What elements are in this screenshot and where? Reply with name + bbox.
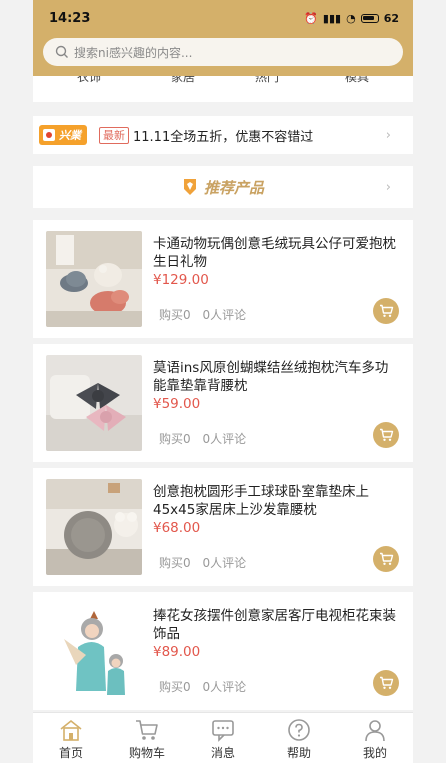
status-icons: ⏰ ▮▮▮ ◔ 62 (304, 12, 399, 25)
product-sales: 购买0 (159, 556, 191, 570)
tab-label: 消息 (210, 746, 235, 760)
product-title[interactable]: 创意抱枕圆形手工球球卧室靠垫床上45x45家居床上沙发靠腰枕 (153, 483, 401, 519)
recommend-header[interactable]: 推荐产品 › (33, 166, 413, 208)
product-price: ¥59.00 (153, 396, 201, 412)
product-sales: 购买0 (159, 308, 191, 322)
product-price: ¥89.00 (153, 644, 201, 660)
search-placeholder: 搜索ni感兴趣的内容... (74, 45, 193, 60)
tab-messages[interactable]: 消息 (185, 713, 261, 763)
tab-home[interactable]: 首页 (33, 713, 109, 763)
bottom-tab-bar: 首页 购物车 消息 帮助 我的 (33, 712, 413, 763)
medal-icon (183, 179, 196, 195)
status-bar: 14:23 ⏰ ▮▮▮ ◔ 62 (33, 0, 413, 36)
promo-logo: 兴業 (39, 125, 87, 145)
product-reviews: 0人评论 (202, 432, 247, 446)
product-meta: 购买0 0人评论 (159, 306, 246, 323)
product-sales: 购买0 (159, 432, 191, 446)
product-reviews: 0人评论 (202, 308, 247, 322)
user-icon (365, 720, 385, 742)
chevron-right-icon: › (385, 179, 391, 195)
add-to-cart-button[interactable] (373, 298, 399, 324)
category-item[interactable]: 热门 (255, 76, 279, 85)
promo-banner[interactable]: 兴業 最新 11.11全场五折，优惠不容错过 › (33, 116, 413, 154)
product-image[interactable] (46, 479, 142, 575)
tab-cart[interactable]: 购物车 (109, 713, 185, 763)
promo-text: 11.11全场五折，优惠不容错过 (133, 129, 314, 145)
tab-label: 帮助 (286, 746, 311, 760)
search-input[interactable]: 搜索ni感兴趣的内容... (43, 38, 403, 66)
product-title[interactable]: 捧花女孩摆件创意家居客厅电视柜花束装饰品 (153, 607, 401, 643)
product-image[interactable] (46, 231, 142, 327)
cart-icon (379, 552, 393, 565)
tab-help[interactable]: 帮助 (261, 713, 337, 763)
category-item[interactable]: 衣饰 (77, 76, 101, 85)
tab-label: 我的 (362, 746, 387, 760)
home-icon (60, 719, 82, 741)
product-image[interactable] (46, 603, 142, 699)
product-item[interactable]: 创意抱枕圆形手工球球卧室靠垫床上45x45家居床上沙发靠腰枕 ¥68.00 购买… (33, 468, 413, 586)
product-item[interactable]: 卡通动物玩偶创意毛绒玩具公仔可爱抱枕生日礼物 ¥129.00 购买0 0人评论 (33, 220, 413, 338)
add-to-cart-button[interactable] (373, 546, 399, 572)
product-image[interactable] (46, 355, 142, 451)
megaphone-icon (43, 129, 55, 141)
signal-icon: ▮▮▮ (322, 11, 342, 25)
add-to-cart-button[interactable] (373, 670, 399, 696)
product-price: ¥68.00 (153, 520, 201, 536)
product-reviews: 0人评论 (202, 556, 247, 570)
promo-logo-text: 兴業 (59, 129, 81, 142)
product-meta: 购买0 0人评论 (159, 554, 246, 571)
tab-label: 首页 (58, 746, 83, 760)
status-time: 14:23 (49, 10, 91, 26)
cart-icon (379, 304, 393, 317)
battery-level: 62 (383, 11, 399, 25)
recommend-title: 推荐产品 (203, 178, 264, 197)
category-strip: 衣饰 家居 热门 模具 (33, 76, 413, 102)
cart-icon (136, 720, 158, 740)
main-content: 衣饰 家居 热门 模具 兴業 最新 11.11全场五折，优惠不容错过 › 推荐产… (33, 76, 413, 712)
product-sales: 购买0 (159, 680, 191, 694)
tab-label: 购物车 (128, 746, 165, 760)
product-item[interactable]: 莫语ins风原创蝴蝶结丝绒抱枕汽车多功能靠垫靠背腰枕 ¥59.00 购买0 0人… (33, 344, 413, 462)
promo-badge: 最新 (99, 126, 129, 144)
cart-icon (379, 428, 393, 441)
top-header: 14:23 ⏰ ▮▮▮ ◔ 62 搜索ni感兴趣的内容... (33, 0, 413, 76)
add-to-cart-button[interactable] (373, 422, 399, 448)
product-meta: 购买0 0人评论 (159, 430, 246, 447)
battery-icon (360, 13, 379, 23)
message-icon (212, 720, 234, 742)
wifi-icon: ◔ (346, 11, 356, 25)
product-title[interactable]: 卡通动物玩偶创意毛绒玩具公仔可爱抱枕生日礼物 (153, 235, 401, 271)
alarm-icon: ⏰ (304, 11, 318, 25)
product-reviews: 0人评论 (202, 680, 247, 694)
product-price: ¥129.00 (153, 272, 209, 288)
category-item[interactable]: 模具 (345, 76, 369, 85)
product-title[interactable]: 莫语ins风原创蝴蝶结丝绒抱枕汽车多功能靠垫靠背腰枕 (153, 359, 401, 395)
search-icon (55, 45, 68, 58)
cart-icon (379, 676, 393, 689)
help-icon (288, 719, 310, 741)
tab-profile[interactable]: 我的 (337, 713, 413, 763)
chevron-right-icon: › (385, 127, 391, 143)
product-item[interactable]: 捧花女孩摆件创意家居客厅电视柜花束装饰品 ¥89.00 购买0 0人评论 (33, 592, 413, 710)
product-meta: 购买0 0人评论 (159, 678, 246, 695)
category-item[interactable]: 家居 (171, 76, 195, 85)
